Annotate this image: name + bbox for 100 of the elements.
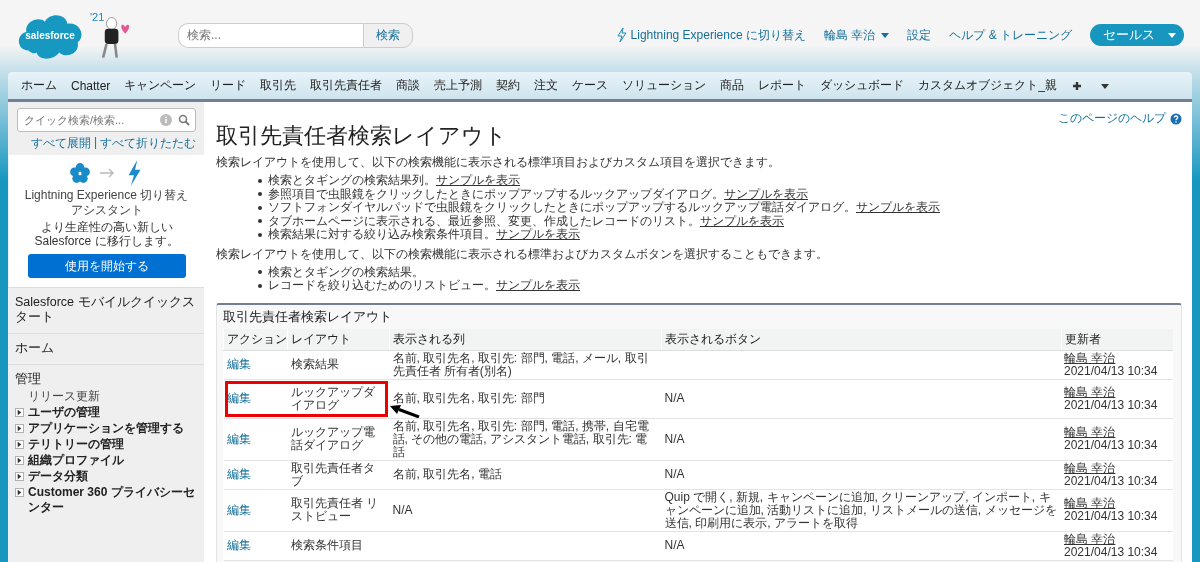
table-cell: 取引先責任者 リストビュー bbox=[290, 496, 378, 523]
assistant-title: Lightning Experience 切り替えアシスタント bbox=[23, 188, 190, 218]
expand-icon[interactable] bbox=[15, 424, 24, 433]
nav-tab[interactable]: ソリューション bbox=[615, 77, 714, 94]
search-field[interactable]: 検索... bbox=[178, 22, 363, 48]
lightning-icon[interactable] bbox=[616, 28, 627, 42]
sample-link[interactable]: サンプルを表示 bbox=[724, 187, 808, 201]
expand-icon[interactable] bbox=[15, 440, 24, 449]
nav-tab[interactable]: 注文 bbox=[527, 77, 566, 94]
sidebar-section-title[interactable]: ホーム bbox=[15, 341, 200, 356]
table-cell: N/A bbox=[664, 391, 685, 405]
bullet-dot bbox=[258, 192, 262, 197]
bullet-text: 検索とタギングの検索結果列。 bbox=[268, 174, 436, 188]
user-link[interactable]: 輪島 幸治 bbox=[1064, 461, 1170, 475]
intro-text: 検索レイアウトを使用して、以下の検索機能に表示される標準項目およびカスタム項目を選択できます。 bbox=[216, 155, 781, 169]
column-header: レイアウト bbox=[287, 328, 390, 350]
nav-tab[interactable]: レポート bbox=[751, 77, 814, 94]
panel-title: 取引先責任者検索レイアウト bbox=[223, 307, 393, 326]
page-help-link[interactable]: このページのヘルプ bbox=[1058, 110, 1166, 127]
sidebar-item[interactable]: アプリケーションを管理する bbox=[28, 421, 184, 436]
bullet-dot bbox=[258, 283, 262, 288]
nav-tab[interactable]: リード bbox=[203, 77, 254, 94]
table-cell-text: 2021/04/13 10:34 bbox=[1064, 398, 1159, 412]
quick-search-field[interactable]: クイック検索/検索... bbox=[17, 108, 196, 132]
user-link[interactable]: 輪島 幸治 bbox=[1064, 426, 1170, 439]
column-header: 表示される列 bbox=[389, 328, 662, 350]
nav-tab[interactable]: 取引先 bbox=[253, 77, 304, 94]
sample-link[interactable]: サンプルを表示 bbox=[856, 201, 940, 215]
link-separator: | bbox=[93, 135, 97, 151]
user-link[interactable]: 輪島 幸治 bbox=[1064, 532, 1170, 546]
sidebar-item[interactable]: テリトリーの管理 bbox=[28, 437, 124, 452]
pointer-arrow bbox=[389, 404, 420, 418]
search-icon[interactable] bbox=[178, 114, 190, 126]
table-cell-text: 2021/04/13 10:34 bbox=[1064, 364, 1159, 378]
sample-link[interactable]: サンプルを表示 bbox=[496, 279, 580, 293]
nav-tab[interactable]: カスタムオブジェクト_親 bbox=[911, 77, 1065, 94]
nav-tab[interactable]: ケース bbox=[565, 77, 616, 94]
nav-tab[interactable]: ホーム bbox=[14, 77, 64, 94]
user-menu[interactable]: 輪島 幸治 bbox=[824, 26, 876, 44]
table-cell: N/A bbox=[392, 502, 413, 517]
bullet-text: レコードを絞り込むためのリストビュー。 bbox=[268, 279, 496, 293]
column-header: 表示されるボタン bbox=[661, 328, 1061, 350]
table-cell: 名前, 取引先名, 取引先: 部門 bbox=[392, 391, 545, 405]
expand-icon[interactable] bbox=[15, 472, 24, 481]
setup-link[interactable]: 設定 bbox=[907, 26, 932, 44]
table-cell: N/A bbox=[664, 538, 685, 552]
intro-text: 検索レイアウトを使用して、以下の検索機能に表示される標準およびカスタムボタンを選択することもできます。 bbox=[216, 246, 829, 261]
caret-icon[interactable] bbox=[881, 32, 890, 38]
nav-tab[interactable]: Chatter bbox=[64, 78, 118, 93]
column-header: 更新者 bbox=[1061, 328, 1173, 350]
sidebar-item[interactable]: Customer 360 プライバシーセンター bbox=[28, 485, 200, 515]
edit-link[interactable]: 編集 bbox=[226, 538, 251, 552]
nav-tab[interactable]: 商談 bbox=[389, 77, 428, 94]
sidebar-section-title[interactable]: Salesforce モバイルクイックスタート bbox=[15, 295, 200, 325]
sample-link[interactable]: サンプルを表示 bbox=[496, 228, 580, 242]
table-cell-text: 2021/04/13 10:34 bbox=[1064, 439, 1159, 452]
bullet-dot bbox=[258, 205, 262, 210]
user-link[interactable]: 輪島 幸治 bbox=[1064, 497, 1170, 510]
edit-link[interactable]: 編集 bbox=[226, 467, 251, 481]
table-cell: ルックアップ電話ダイアログ bbox=[290, 425, 375, 452]
get-started-button[interactable]: 使用を開始する bbox=[27, 254, 186, 278]
sample-link[interactable]: サンプルを表示 bbox=[436, 174, 520, 188]
bullet-text: ソフトフォンダイヤルパッドで虫眼鏡をクリックしたときにポップアップするルックアップ電話ダイアログ。 bbox=[268, 201, 856, 215]
expand-icon[interactable] bbox=[15, 488, 24, 497]
user-link[interactable]: 輪島 幸治 bbox=[1064, 385, 1170, 399]
bullet-text: 参照項目で虫眼鏡をクリックしたときにポップアップするルックアップダイアログ。 bbox=[268, 187, 724, 201]
edit-link[interactable]: 編集 bbox=[226, 502, 251, 517]
nav-tab[interactable]: 売上予測 bbox=[427, 77, 490, 94]
bullet-dot bbox=[258, 232, 262, 237]
help-link[interactable]: ヘルプ & トレーニング bbox=[949, 26, 1072, 44]
expand-all-link[interactable]: すべて展開 bbox=[30, 135, 91, 152]
sidebar-item[interactable]: データ分類 bbox=[28, 469, 88, 484]
assistant-description: より生産性の高い新しい Salesforce に移行します。 bbox=[33, 220, 180, 248]
nav-tab[interactable]: ダッシュボード bbox=[813, 77, 912, 94]
edit-link[interactable]: 編集 bbox=[226, 357, 251, 371]
bullet-dot bbox=[258, 270, 262, 275]
search-button[interactable]: 検索 bbox=[363, 22, 413, 48]
nav-tab[interactable]: 取引先責任者 bbox=[303, 77, 390, 94]
table-cell: N/A bbox=[664, 467, 685, 481]
bullet-dot bbox=[258, 178, 262, 183]
nav-tab[interactable]: キャンペーン bbox=[117, 77, 204, 94]
table-cell-text: 2021/04/13 10:34 bbox=[1064, 510, 1159, 523]
release-year-label: '21 bbox=[90, 11, 105, 23]
sample-link[interactable]: サンプルを表示 bbox=[700, 214, 784, 228]
sidebar-section-title[interactable]: 管理 bbox=[15, 372, 200, 387]
expand-icon[interactable] bbox=[15, 456, 24, 465]
sidebar-item[interactable]: ユーザの管理 bbox=[28, 405, 100, 420]
nav-tab[interactable]: 契約 bbox=[489, 77, 528, 94]
nav-tab[interactable]: 商品 bbox=[713, 77, 752, 94]
sidebar-item[interactable]: 組織プロファイル bbox=[28, 453, 124, 468]
switch-lightning-link[interactable]: Lightning Experience に切り替え bbox=[630, 26, 806, 44]
sidebar-item[interactable]: リリース更新 bbox=[15, 389, 100, 404]
table-cell: N/A bbox=[664, 431, 685, 446]
edit-link[interactable]: 編集 bbox=[226, 431, 251, 446]
bullet-text: 検索とタギングの検索結果。 bbox=[268, 265, 424, 279]
collapse-all-link[interactable]: すべて折りたたむ bbox=[100, 135, 196, 152]
help-icon[interactable] bbox=[1170, 112, 1182, 125]
user-link[interactable]: 輪島 幸治 bbox=[1064, 351, 1170, 365]
expand-icon[interactable] bbox=[15, 408, 24, 417]
plus-icon[interactable] bbox=[1072, 80, 1083, 91]
